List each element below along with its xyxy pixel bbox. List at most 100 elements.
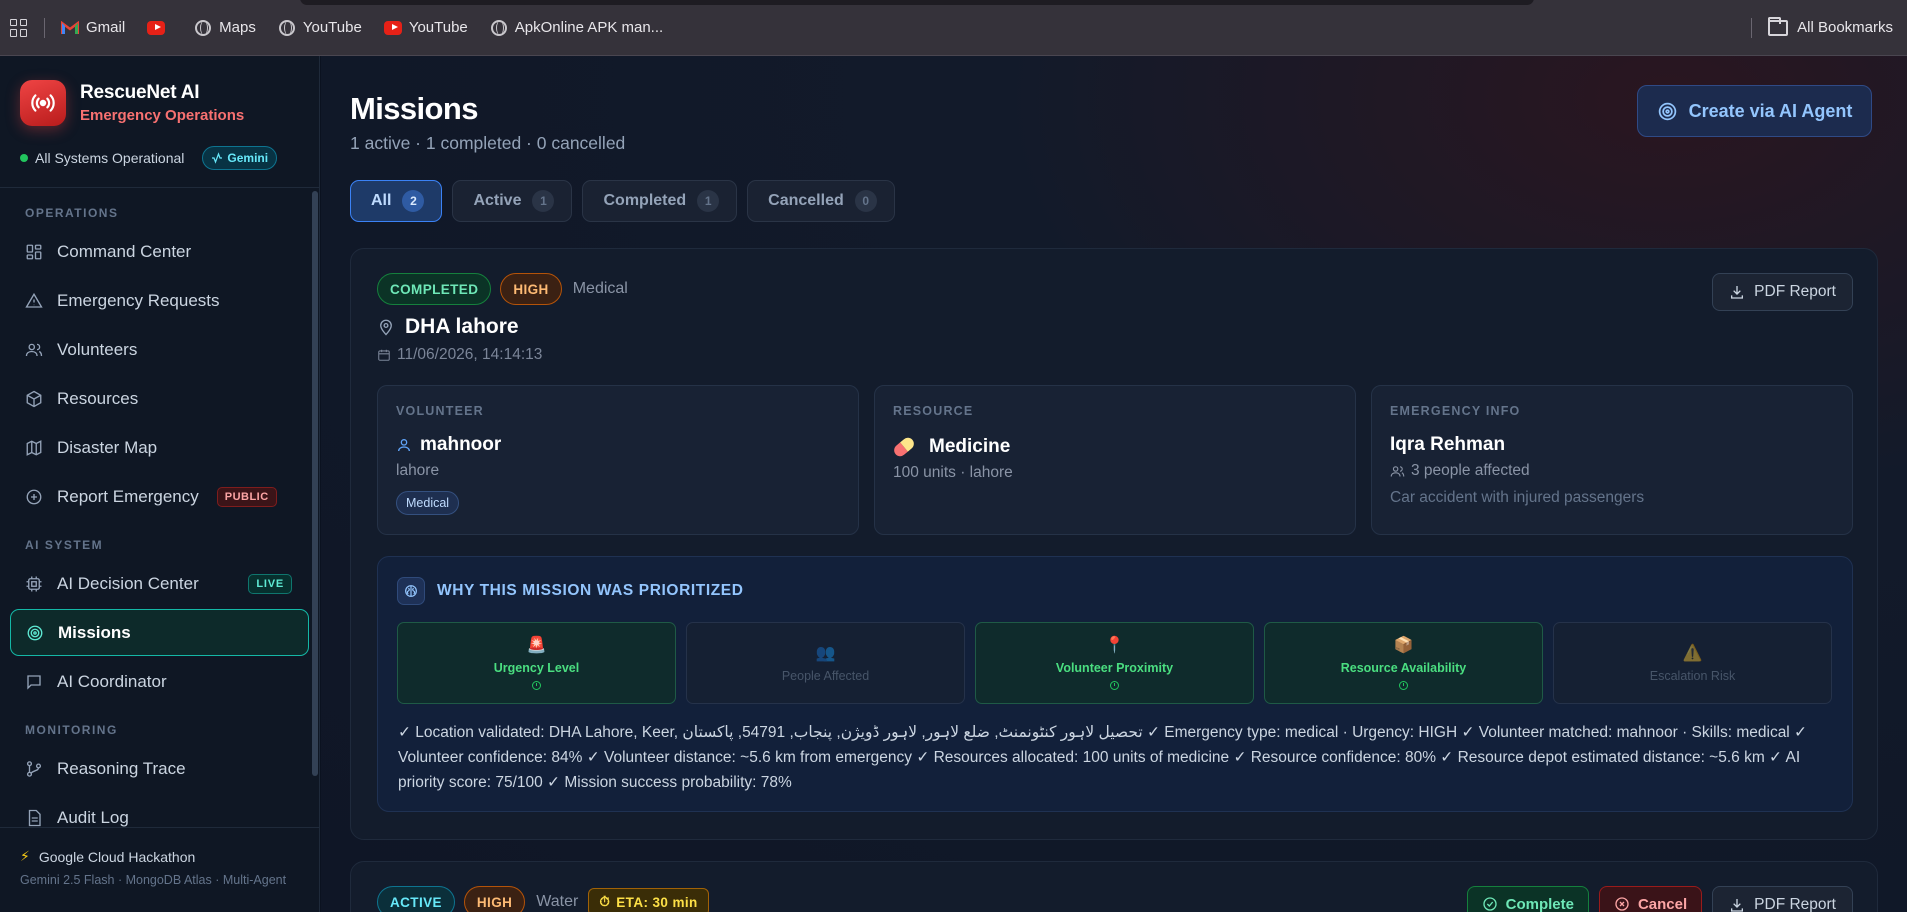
bookmark-youtube[interactable]: YouTube bbox=[383, 19, 468, 37]
volunteer-city: lahore bbox=[396, 462, 440, 479]
status-badge: COMPLETED bbox=[377, 273, 492, 305]
bookmarks-divider bbox=[44, 17, 45, 38]
tab-count: 2 bbox=[402, 190, 425, 212]
target-icon bbox=[27, 625, 43, 640]
mission-card: ACTIVE HIGH Water ⏱ ETA: 30 min Complete… bbox=[350, 861, 1878, 912]
brand[interactable]: RescueNet AI Emergency Operations bbox=[0, 56, 319, 126]
map-icon bbox=[26, 439, 42, 456]
tab-label: All bbox=[371, 192, 392, 209]
pdf-report-button[interactable]: PDF Report bbox=[1712, 273, 1853, 311]
globe-icon bbox=[194, 19, 212, 37]
bookmark-youtube-globe[interactable]: YouTube bbox=[278, 19, 362, 37]
bookmark-youtube-unlabeled[interactable] bbox=[147, 19, 172, 37]
factor-label: Urgency Level bbox=[493, 661, 580, 675]
emergency-info-panel: EMERGENCY INFO Iqra Rehman 3 people affe… bbox=[1371, 385, 1853, 535]
priority-explanation: WHY THIS MISSION WAS PRIORITIZED 🚨 Urgen… bbox=[377, 556, 1853, 812]
pdf-report-button[interactable]: PDF Report bbox=[1712, 886, 1853, 912]
sidebar-item-disaster-map[interactable]: Disaster Map bbox=[10, 424, 309, 471]
bookmark-label: Maps bbox=[219, 19, 256, 36]
sidebar-item-emergency-requests[interactable]: Emergency Requests bbox=[10, 277, 309, 324]
section-operations: OPERATIONS bbox=[25, 206, 119, 220]
bookmark-apkonline[interactable]: ApkOnline APK man... bbox=[490, 19, 663, 37]
resource-detail: 100 units · lahore bbox=[893, 464, 1013, 481]
main-content: Missions 1 active · 1 completed · 0 canc… bbox=[321, 56, 1907, 912]
people-affected: 3 people affected bbox=[1390, 462, 1834, 480]
date-text: 11/06/2026, 14:14:13 bbox=[397, 346, 543, 363]
apps-grid-icon[interactable] bbox=[10, 18, 28, 37]
why-title: WHY THIS MISSION WAS PRIORITIZED bbox=[437, 582, 744, 599]
bookmarks-bar: Gmail Maps YouTube YouTube ApkOnline APK… bbox=[0, 0, 1907, 56]
sidebar-item-label: Emergency Requests bbox=[57, 290, 220, 310]
target-icon bbox=[1658, 102, 1676, 120]
factor-people-affected: 👥 People Affected bbox=[686, 622, 965, 704]
reasoning-text: ✓ Location validated: DHA Lahore, Keer, … bbox=[398, 724, 1808, 791]
sidebar-item-label: Reasoning Trace bbox=[57, 758, 186, 778]
public-badge: PUBLIC bbox=[216, 486, 277, 507]
sidebar-item-report-emergency[interactable]: Report Emergency PUBLIC bbox=[10, 473, 309, 520]
sidebar-item-label: Missions bbox=[58, 622, 131, 642]
factor-label: Volunteer Proximity bbox=[1055, 661, 1174, 675]
brand-subtitle: Emergency Operations bbox=[80, 107, 245, 124]
factor-volunteer-proximity: 📍 Volunteer Proximity bbox=[975, 622, 1254, 704]
resource-name: Medicine bbox=[891, 435, 1337, 459]
page-subtitle: 1 active · 1 completed · 0 cancelled bbox=[350, 133, 626, 153]
bookmark-maps[interactable]: Maps bbox=[194, 19, 256, 37]
category-label: Medical bbox=[572, 280, 628, 297]
sidebar-item-missions[interactable]: Missions bbox=[10, 609, 309, 656]
siren-icon: 🚨 bbox=[526, 637, 547, 654]
globe-icon bbox=[490, 19, 508, 37]
bookmark-label: Gmail bbox=[86, 19, 126, 36]
live-badge: LIVE bbox=[248, 573, 292, 594]
priority-badge: HIGH bbox=[463, 886, 526, 912]
sidebar-item-command-center[interactable]: Command Center bbox=[10, 228, 309, 275]
sidebar-item-ai-decision-center[interactable]: AI Decision Center LIVE bbox=[10, 560, 309, 607]
calendar-icon bbox=[378, 349, 390, 361]
sidebar-divider bbox=[0, 187, 319, 188]
user-icon bbox=[398, 439, 410, 452]
create-via-ai-agent-button[interactable]: Create via AI Agent bbox=[1637, 85, 1872, 137]
sidebar-item-reasoning-trace[interactable]: Reasoning Trace bbox=[10, 745, 309, 792]
warning-icon bbox=[25, 292, 43, 308]
sidebar-item-ai-coordinator[interactable]: AI Coordinator bbox=[10, 658, 309, 705]
complete-button[interactable]: Complete bbox=[1466, 886, 1589, 912]
all-bookmarks-button[interactable]: All Bookmarks bbox=[1768, 16, 1893, 36]
folder-icon bbox=[1768, 16, 1789, 36]
chat-icon bbox=[27, 674, 41, 690]
tab-label: Completed bbox=[603, 192, 687, 209]
mission-location: DHA lahore bbox=[377, 315, 519, 339]
tab-label: Active bbox=[473, 192, 522, 209]
users-icon bbox=[25, 343, 43, 356]
mission-date: 11/06/2026, 14:14:13 bbox=[377, 346, 542, 364]
resource-name-text: Medicine bbox=[929, 436, 1011, 457]
file-text-icon bbox=[28, 809, 41, 826]
bookmark-gmail[interactable]: Gmail bbox=[61, 19, 125, 37]
sidebar-item-label: Audit Log bbox=[57, 807, 129, 827]
sidebar-item-label: AI Decision Center bbox=[57, 573, 199, 593]
tab-count: 1 bbox=[697, 190, 720, 212]
factor-escalation-risk: ⚠️ Escalation Risk bbox=[1553, 622, 1832, 704]
tab-count: 1 bbox=[532, 190, 555, 212]
cancel-button[interactable]: Cancel bbox=[1598, 886, 1703, 912]
sidebar-item-resources[interactable]: Resources bbox=[10, 375, 309, 422]
plus-circle-icon bbox=[26, 489, 42, 504]
footer-title: Google Cloud Hackathon bbox=[38, 848, 196, 865]
clock-icon bbox=[1399, 681, 1408, 690]
factor-label: People Affected bbox=[781, 668, 870, 683]
sidebar-item-label: Disaster Map bbox=[57, 437, 158, 457]
tab-completed[interactable]: Completed 1 bbox=[582, 180, 738, 222]
sidebar-item-volunteers[interactable]: Volunteers bbox=[10, 326, 309, 373]
section-monitoring: MONITORING bbox=[25, 723, 118, 737]
warning-icon: ⚠️ bbox=[1682, 644, 1703, 662]
sidebar-scrollbar[interactable] bbox=[312, 191, 318, 776]
category-label: Water bbox=[536, 893, 579, 910]
check-circle-icon bbox=[1482, 897, 1497, 911]
priority-factors: 🚨 Urgency Level 👥 People Affected 📍 Volu… bbox=[397, 622, 1832, 704]
youtube-icon bbox=[147, 19, 166, 37]
tab-label: Cancelled bbox=[768, 192, 844, 209]
filter-tabs: All 2 Active 1 Completed 1 Cancelled 0 bbox=[350, 180, 905, 222]
tab-cancelled[interactable]: Cancelled 0 bbox=[747, 180, 895, 222]
tab-all[interactable]: All 2 bbox=[350, 180, 443, 222]
complete-label: Complete bbox=[1505, 895, 1574, 912]
factor-urgency-level: 🚨 Urgency Level bbox=[397, 622, 676, 704]
tab-active[interactable]: Active 1 bbox=[452, 180, 573, 222]
